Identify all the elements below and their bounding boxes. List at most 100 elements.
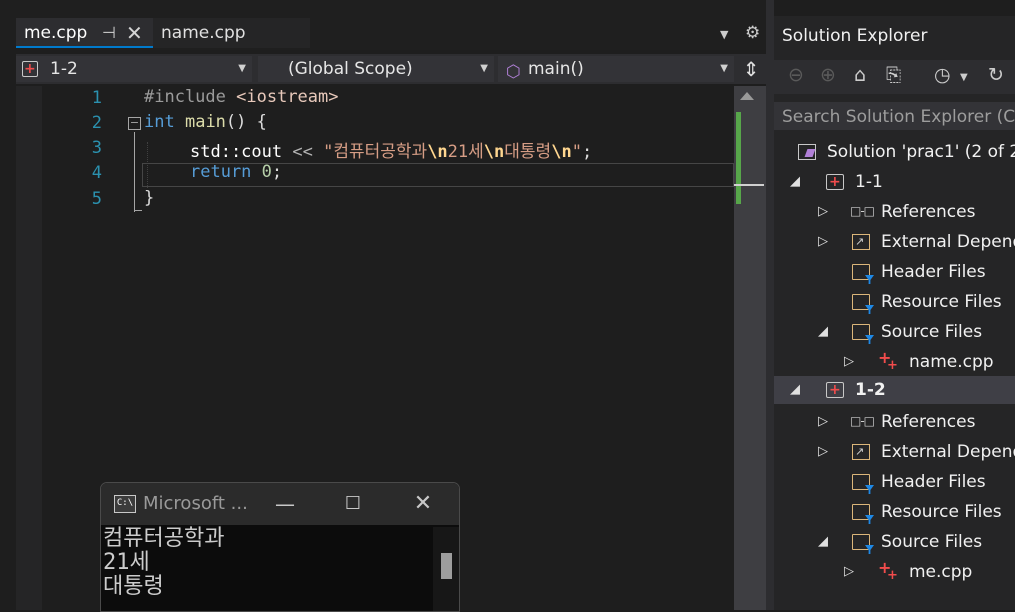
stream-operator: <<: [292, 142, 313, 162]
semicolon: ;: [581, 142, 593, 162]
filter-folder-icon: [852, 534, 870, 550]
tree-item-label: Source Files: [881, 322, 983, 342]
collapsed-arrow-icon[interactable]: ▷: [818, 228, 828, 256]
document-tab-strip: me.cpp ⊣ ✕ name.cpp ▼ ⚙: [0, 0, 766, 50]
keyword-return: return: [190, 162, 252, 182]
semicolon: ;: [271, 162, 283, 182]
collapsed-arrow-icon[interactable]: ▷: [818, 198, 828, 226]
closing-brace: }: [144, 188, 155, 208]
switch-views-icon[interactable]: ⎘: [886, 64, 901, 86]
console-scrollbar-thumb[interactable]: [441, 553, 452, 579]
home-icon[interactable]: ⌂: [854, 64, 866, 86]
line-number: 2: [91, 113, 102, 133]
expanded-arrow-icon[interactable]: ◢: [818, 318, 828, 346]
tree-item-resource-files[interactable]: Resource Files: [774, 498, 1015, 526]
solution-icon: [798, 144, 816, 160]
collapsed-arrow-icon[interactable]: ▷: [844, 348, 854, 376]
search-input[interactable]: [782, 106, 1015, 128]
tab-name-cpp[interactable]: name.cpp: [153, 18, 310, 48]
string-part: ": [571, 142, 582, 162]
solution-explorer-toolbar: ⊖ ⊕ ⌂ ⎘ ◷ ▼ ↻: [774, 60, 1015, 94]
line-number: 3: [91, 138, 102, 158]
forward-icon[interactable]: ⊕: [820, 64, 836, 86]
gear-icon[interactable]: ⚙: [745, 23, 760, 43]
tree-item-label: Source Files: [881, 532, 983, 552]
project-dropdown[interactable]: 1-2 ▼: [16, 56, 252, 82]
tree-item-external-dependencies[interactable]: ▷ External Dependencies: [774, 228, 1015, 256]
cpp-project-icon: [22, 56, 38, 82]
refresh-icon[interactable]: ↻: [988, 64, 1004, 86]
console-titlebar[interactable]: C:\ Microsoft ... — ☐ ✕: [101, 483, 459, 525]
console-title: Microsoft ...: [143, 493, 248, 514]
tab-overflow-icon[interactable]: ▼: [720, 28, 728, 41]
keyword-int: int: [144, 112, 175, 132]
split-editor-icon[interactable]: ⇕: [738, 54, 764, 84]
maximize-button[interactable]: ☐: [333, 487, 373, 521]
tree-item-file-name-cpp[interactable]: ▷ name.cpp: [774, 344, 1015, 380]
external-dependencies-icon: [852, 228, 870, 256]
tree-item-solution[interactable]: Solution 'prac1' (2 of 2 projects): [774, 138, 1015, 166]
expanded-arrow-icon[interactable]: ◢: [790, 376, 800, 404]
tree-item-header-files[interactable]: Header Files: [774, 258, 1015, 286]
tree-item-label: References: [881, 202, 976, 222]
scroll-up-arrow-icon[interactable]: [740, 92, 754, 100]
code-line-5: }: [144, 188, 154, 208]
tree-item-references[interactable]: ▷ References: [774, 407, 1015, 436]
line-number: 5: [91, 189, 102, 209]
tree-item-label: Header Files: [881, 472, 986, 492]
include-header: <iostream>: [236, 87, 339, 107]
close-button[interactable]: ✕: [403, 487, 443, 521]
close-icon[interactable]: ✕: [126, 18, 143, 48]
console-window[interactable]: C:\ Microsoft ... — ☐ ✕ 컴퓨터공학과 21세 대통령: [100, 482, 460, 612]
chevron-down-icon: ▼: [480, 63, 488, 74]
pending-changes-filter-icon[interactable]: ◷: [934, 64, 951, 86]
tree-item-external-dependencies[interactable]: ▷ External Dependencies: [774, 438, 1015, 466]
solution-search-box[interactable]: [774, 102, 1015, 130]
line-number: 4: [91, 163, 102, 183]
tab-label: name.cpp: [161, 23, 246, 43]
include-directive: #include: [144, 87, 226, 107]
back-icon[interactable]: ⊖: [788, 64, 804, 86]
caret-position-marker: [734, 184, 764, 186]
console-output: 컴퓨터공학과 21세 대통령: [103, 527, 224, 599]
references-icon: [850, 197, 874, 225]
pin-icon[interactable]: ⊣: [102, 18, 116, 48]
panel-title: Solution Explorer: [782, 26, 928, 46]
tree-item-source-files[interactable]: ◢ Source Files: [774, 318, 1015, 346]
tab-me-cpp[interactable]: me.cpp ⊣ ✕: [16, 18, 153, 48]
tree-item-source-files[interactable]: ◢ Source Files: [774, 528, 1015, 556]
escape-sequence: \n: [427, 142, 448, 162]
tree-item-resource-files[interactable]: Resource Files: [774, 288, 1015, 316]
string-part: 21세: [447, 142, 484, 162]
string-part: 대통령: [504, 142, 552, 162]
minimize-button[interactable]: —: [265, 487, 305, 521]
filter-folder-icon: [852, 264, 870, 280]
navigation-bar: 1-2 ▼ (Global Scope) ▼ ⬡ main() ▼ ⇕: [16, 54, 766, 84]
method-cube-icon: ⬡: [506, 62, 521, 82]
tree-item-file-me-cpp[interactable]: ▷ me.cpp: [774, 554, 1015, 590]
solution-explorer-panel: Solution Explorer ⊖ ⊕ ⌂ ⎘ ◷ ▼ ↻ Solution…: [774, 16, 1015, 610]
tree-item-label: Solution 'prac1' (2 of 2 projects): [827, 142, 1015, 162]
collapse-toggle-icon[interactable]: −: [128, 117, 141, 130]
scope-dropdown[interactable]: (Global Scope) ▼: [258, 56, 494, 82]
string-part: "컴퓨터공학과: [323, 142, 428, 162]
chevron-down-icon: ▼: [238, 63, 246, 74]
collapsed-arrow-icon[interactable]: ▷: [818, 438, 828, 466]
tree-item-header-files[interactable]: Header Files: [774, 468, 1015, 496]
member-dropdown[interactable]: ⬡ main() ▼: [498, 56, 734, 82]
expanded-arrow-icon[interactable]: ◢: [818, 528, 828, 556]
number-literal: 0: [261, 162, 272, 182]
cpp-file-icon: [878, 554, 898, 590]
collapsed-arrow-icon[interactable]: ▷: [818, 408, 828, 436]
project-dropdown-value: 1-2: [50, 59, 78, 79]
function-name: main: [184, 112, 226, 132]
panel-splitter[interactable]: [766, 0, 774, 610]
tree-item-label: 1-2: [855, 380, 886, 400]
tree-item-project-1-1[interactable]: ◢ 1-1: [774, 168, 1015, 196]
collapsed-arrow-icon[interactable]: ▷: [844, 558, 854, 586]
tree-item-references[interactable]: ▷ References: [774, 197, 1015, 226]
member-dropdown-value: main(): [528, 59, 584, 79]
tree-item-project-1-2[interactable]: ◢ 1-2: [774, 376, 1015, 404]
expanded-arrow-icon[interactable]: ◢: [790, 168, 800, 196]
chevron-down-icon[interactable]: ▼: [960, 72, 968, 83]
